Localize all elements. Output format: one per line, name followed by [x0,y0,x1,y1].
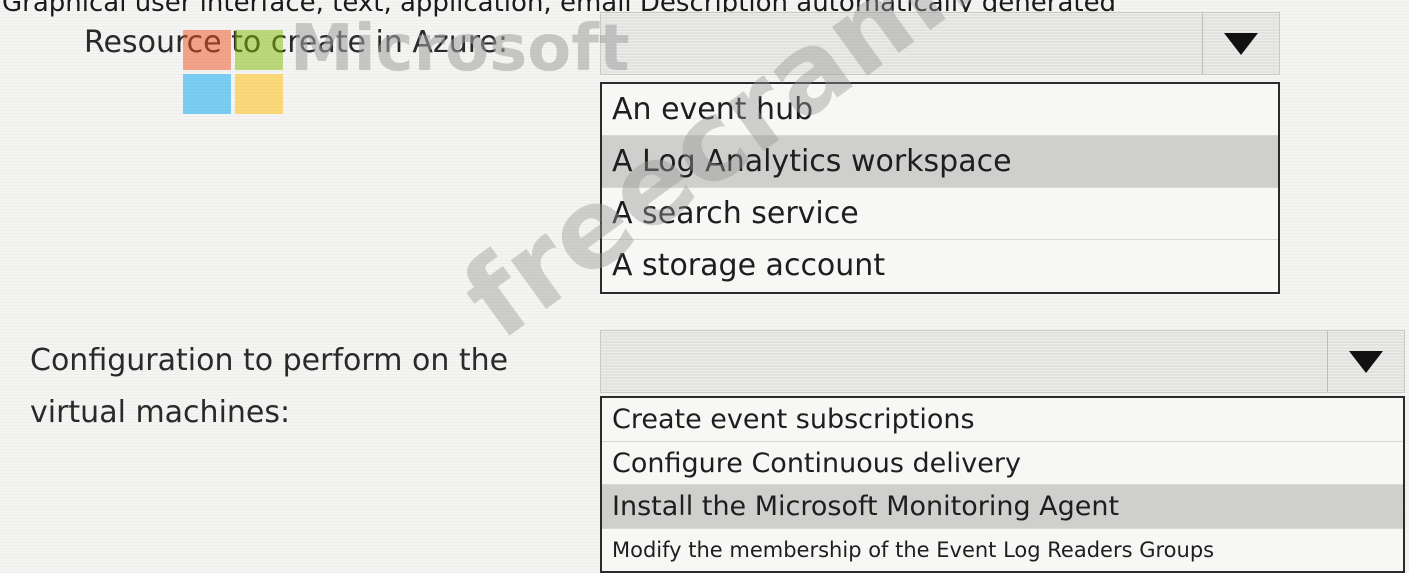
logo-square-red [183,30,231,70]
triangle-down-icon [1349,350,1383,373]
logo-square-blue [183,74,231,114]
logo-square-green [235,30,283,70]
configuration-dropdown[interactable] [600,330,1405,393]
triangle-down-icon [1224,32,1258,55]
configuration-dropdown-toggle[interactable] [1327,331,1404,392]
configuration-option-continuous-delivery[interactable]: Configure Continuous delivery [602,442,1403,485]
microsoft-logo-icon [183,30,283,114]
configuration-option-event-log-readers[interactable]: Modify the membership of the Event Log R… [602,529,1403,573]
configuration-label-line1: Configuration to perform on the [30,343,509,378]
microsoft-watermark: Microsoft [290,12,630,86]
configuration-label-line2: virtual machines: [30,395,291,430]
configuration-option-event-subscriptions[interactable]: Create event subscriptions [602,398,1403,442]
resource-option-storage-account[interactable]: A storage account [602,240,1278,292]
configuration-options-list: Create event subscriptions Configure Con… [600,396,1405,573]
configuration-option-monitoring-agent[interactable]: Install the Microsoft Monitoring Agent [602,485,1403,529]
resource-dropdown-toggle[interactable] [1202,13,1279,74]
logo-square-yellow [235,74,283,114]
